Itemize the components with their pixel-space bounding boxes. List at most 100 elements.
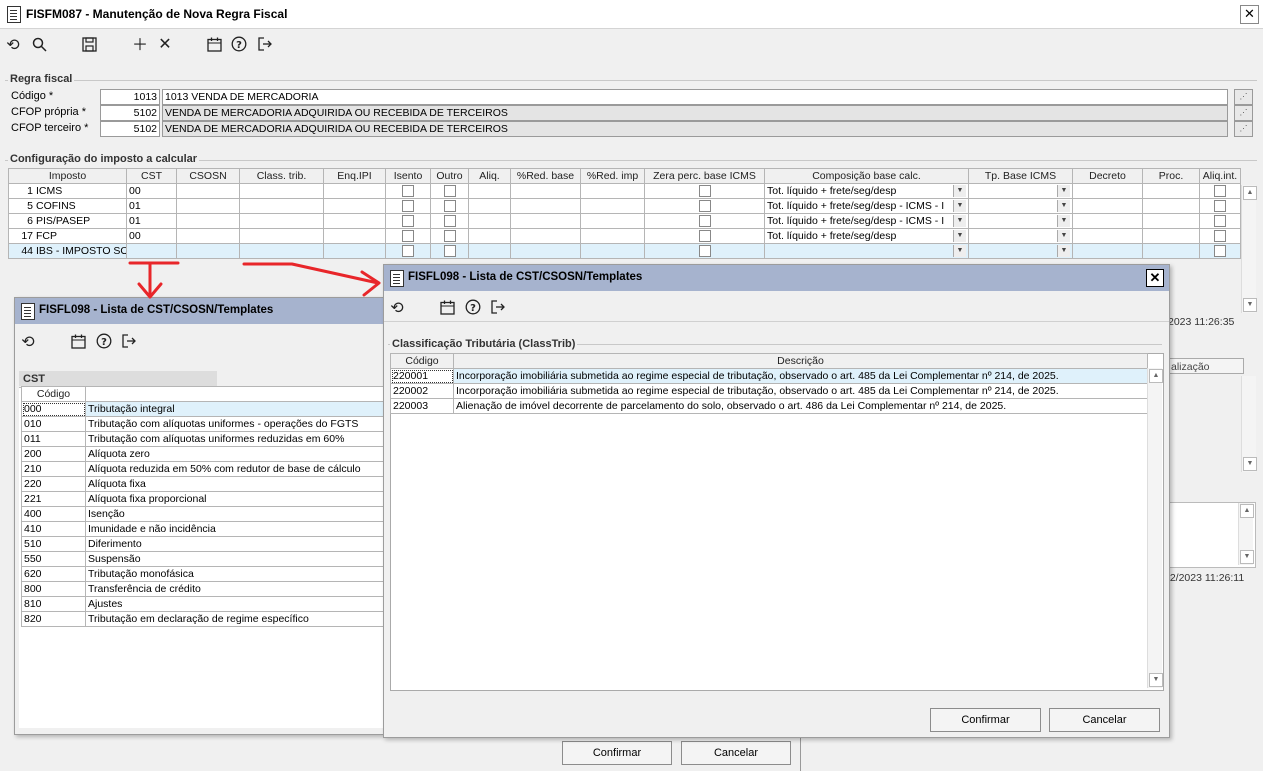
- refresh-icon[interactable]: ⟲: [388, 298, 406, 317]
- cst-cell[interactable]: 00: [126, 183, 177, 199]
- tp-base-icms-cell[interactable]: ▼: [968, 198, 1073, 214]
- chevron-down-icon[interactable]: ▼: [953, 200, 966, 212]
- outro-checkbox[interactable]: [443, 245, 456, 258]
- imposto-row[interactable]: 6 PIS/PASEP 01 ▼ Tot. líquido + frete/seg/de…: [8, 213, 1241, 229]
- scroll-up-icon[interactable]: ▲: [1240, 504, 1254, 518]
- col-codigo[interactable]: Código: [390, 353, 454, 369]
- proc-cell[interactable]: [1142, 198, 1200, 214]
- red-imp-cell[interactable]: [580, 213, 645, 229]
- col-imposto[interactable]: Imposto: [8, 168, 127, 184]
- imposto-name-cell[interactable]: 44 IBS - IMPOSTO SO: [8, 243, 127, 259]
- csosn-cell[interactable]: [176, 183, 240, 199]
- col-descricao[interactable]: Descrição: [453, 353, 1148, 369]
- csosn-cell[interactable]: [176, 228, 240, 244]
- col-zera-perc[interactable]: Zera perc. base ICMS: [644, 168, 765, 184]
- red-base-cell[interactable]: [510, 243, 581, 259]
- red-base-cell[interactable]: [510, 213, 581, 229]
- red-imp-cell[interactable]: [580, 183, 645, 199]
- zera-perc-checkbox[interactable]: [698, 200, 711, 213]
- class-trib-cell[interactable]: [239, 213, 324, 229]
- col-outro[interactable]: Outro: [430, 168, 469, 184]
- red-imp-cell[interactable]: [580, 243, 645, 259]
- enq-ipi-cell[interactable]: [323, 213, 386, 229]
- aliq-cell[interactable]: [468, 183, 511, 199]
- help-icon[interactable]: ?: [95, 332, 113, 350]
- isento-checkbox[interactable]: [402, 230, 414, 243]
- csosn-cell[interactable]: [176, 198, 240, 214]
- enq-ipi-cell[interactable]: [323, 243, 386, 259]
- csosn-cell[interactable]: [176, 213, 240, 229]
- chevron-down-icon[interactable]: ▼: [1057, 185, 1070, 197]
- scroll-up-icon[interactable]: ▲: [1149, 369, 1163, 383]
- red-base-cell[interactable]: [510, 198, 581, 214]
- outro-checkbox[interactable]: [443, 200, 456, 213]
- composicao-cell[interactable]: ▼ Tot. líquido + frete/seg/desp: [764, 183, 969, 199]
- background-text-scrollbar[interactable]: ▲ ▼: [1238, 503, 1254, 565]
- aliq-cell[interactable]: [468, 228, 511, 244]
- aliq-int-checkbox[interactable]: [1214, 230, 1226, 243]
- tp-base-icms-cell[interactable]: ▼: [968, 213, 1073, 229]
- chevron-down-icon[interactable]: ▼: [1057, 230, 1070, 242]
- chevron-down-icon[interactable]: ▼: [953, 245, 966, 257]
- codigo-input[interactable]: 1013: [100, 89, 160, 105]
- proc-cell[interactable]: [1142, 213, 1200, 229]
- proc-cell[interactable]: [1142, 243, 1200, 259]
- aliq-cell[interactable]: [468, 198, 511, 214]
- proc-cell[interactable]: [1142, 183, 1200, 199]
- col-descricao[interactable]: [85, 386, 384, 402]
- cst-cell[interactable]: [126, 243, 177, 259]
- calendar-icon[interactable]: [205, 35, 223, 53]
- exit-icon[interactable]: [120, 332, 138, 350]
- col-aliq[interactable]: Aliq.: [468, 168, 511, 184]
- classtrib-close-button[interactable]: ✕: [1146, 269, 1164, 287]
- imposto-name-cell[interactable]: 5 COFINS: [8, 198, 127, 214]
- aliq-int-checkbox[interactable]: [1214, 215, 1226, 228]
- col-isento[interactable]: Isento: [385, 168, 431, 184]
- isento-checkbox[interactable]: [402, 215, 414, 228]
- composicao-cell[interactable]: ▼: [764, 243, 969, 259]
- cfop-propria-lookup-button[interactable]: ⋰: [1234, 105, 1253, 121]
- red-base-cell[interactable]: [510, 228, 581, 244]
- red-imp-cell[interactable]: [580, 198, 645, 214]
- isento-checkbox[interactable]: [402, 245, 414, 258]
- class-trib-cell[interactable]: [239, 243, 324, 259]
- class-trib-cell[interactable]: [239, 183, 324, 199]
- exit-icon[interactable]: [489, 298, 507, 316]
- save-icon[interactable]: [80, 35, 98, 53]
- help-icon[interactable]: ?: [230, 35, 248, 53]
- cst-row[interactable]: 210 Alíquota reduzida em 50% com redutor …: [21, 461, 384, 477]
- imposto-row[interactable]: 17 FCP 00 ▼ Tot. líquido + frete/seg/desp ▼: [8, 228, 1241, 244]
- cst-row[interactable]: 820 Tributação em declaração de regime es…: [21, 611, 384, 627]
- classtrib-row[interactable]: 220002 Incorporação imobiliária submetida…: [390, 383, 1148, 399]
- decreto-cell[interactable]: [1072, 213, 1143, 229]
- decreto-cell[interactable]: [1072, 228, 1143, 244]
- cst-confirm-button[interactable]: Confirmar: [562, 741, 672, 765]
- imposto-scrollbar[interactable]: ▲ ▼: [1241, 185, 1257, 313]
- background-tab[interactable]: alização: [1164, 358, 1244, 374]
- cfop-terceiro-input[interactable]: 5102: [100, 121, 160, 137]
- cfop-propria-input[interactable]: 5102: [100, 105, 160, 121]
- classtrib-row[interactable]: 220001 Incorporação imobiliária submetida…: [390, 368, 1148, 384]
- isento-checkbox[interactable]: [402, 185, 414, 198]
- isento-checkbox[interactable]: [402, 200, 414, 213]
- cst-row[interactable]: 221 Alíquota fixa proporcional: [21, 491, 384, 507]
- classtrib-scrollbar[interactable]: ▲ ▼: [1147, 368, 1163, 688]
- col-red-imp[interactable]: %Red. imp: [580, 168, 645, 184]
- background-scrollbar[interactable]: ▼: [1241, 376, 1257, 472]
- aliq-cell[interactable]: [468, 213, 511, 229]
- cst-row[interactable]: 011 Tributação com alíquotas uniformes re…: [21, 431, 384, 447]
- classtrib-row[interactable]: 220003 Alienação de imóvel decorrente de …: [390, 398, 1148, 414]
- enq-ipi-cell[interactable]: [323, 183, 386, 199]
- cst-row[interactable]: 510 Diferimento: [21, 536, 384, 552]
- cst-cell[interactable]: 00: [126, 228, 177, 244]
- enq-ipi-cell[interactable]: [323, 228, 386, 244]
- codigo-lookup-button[interactable]: ⋰: [1234, 89, 1253, 105]
- exit-icon[interactable]: [256, 35, 274, 53]
- col-composicao[interactable]: Composição base calc.: [764, 168, 969, 184]
- imposto-name-cell[interactable]: 6 PIS/PASEP: [8, 213, 127, 229]
- composicao-cell[interactable]: ▼ Tot. líquido + frete/seg/desp: [764, 228, 969, 244]
- cst-row[interactable]: 000 Tributação integral: [21, 401, 384, 417]
- col-csosn[interactable]: CSOSN: [176, 168, 240, 184]
- chevron-down-icon[interactable]: ▼: [1057, 245, 1070, 257]
- imposto-name-cell[interactable]: 17 FCP: [8, 228, 127, 244]
